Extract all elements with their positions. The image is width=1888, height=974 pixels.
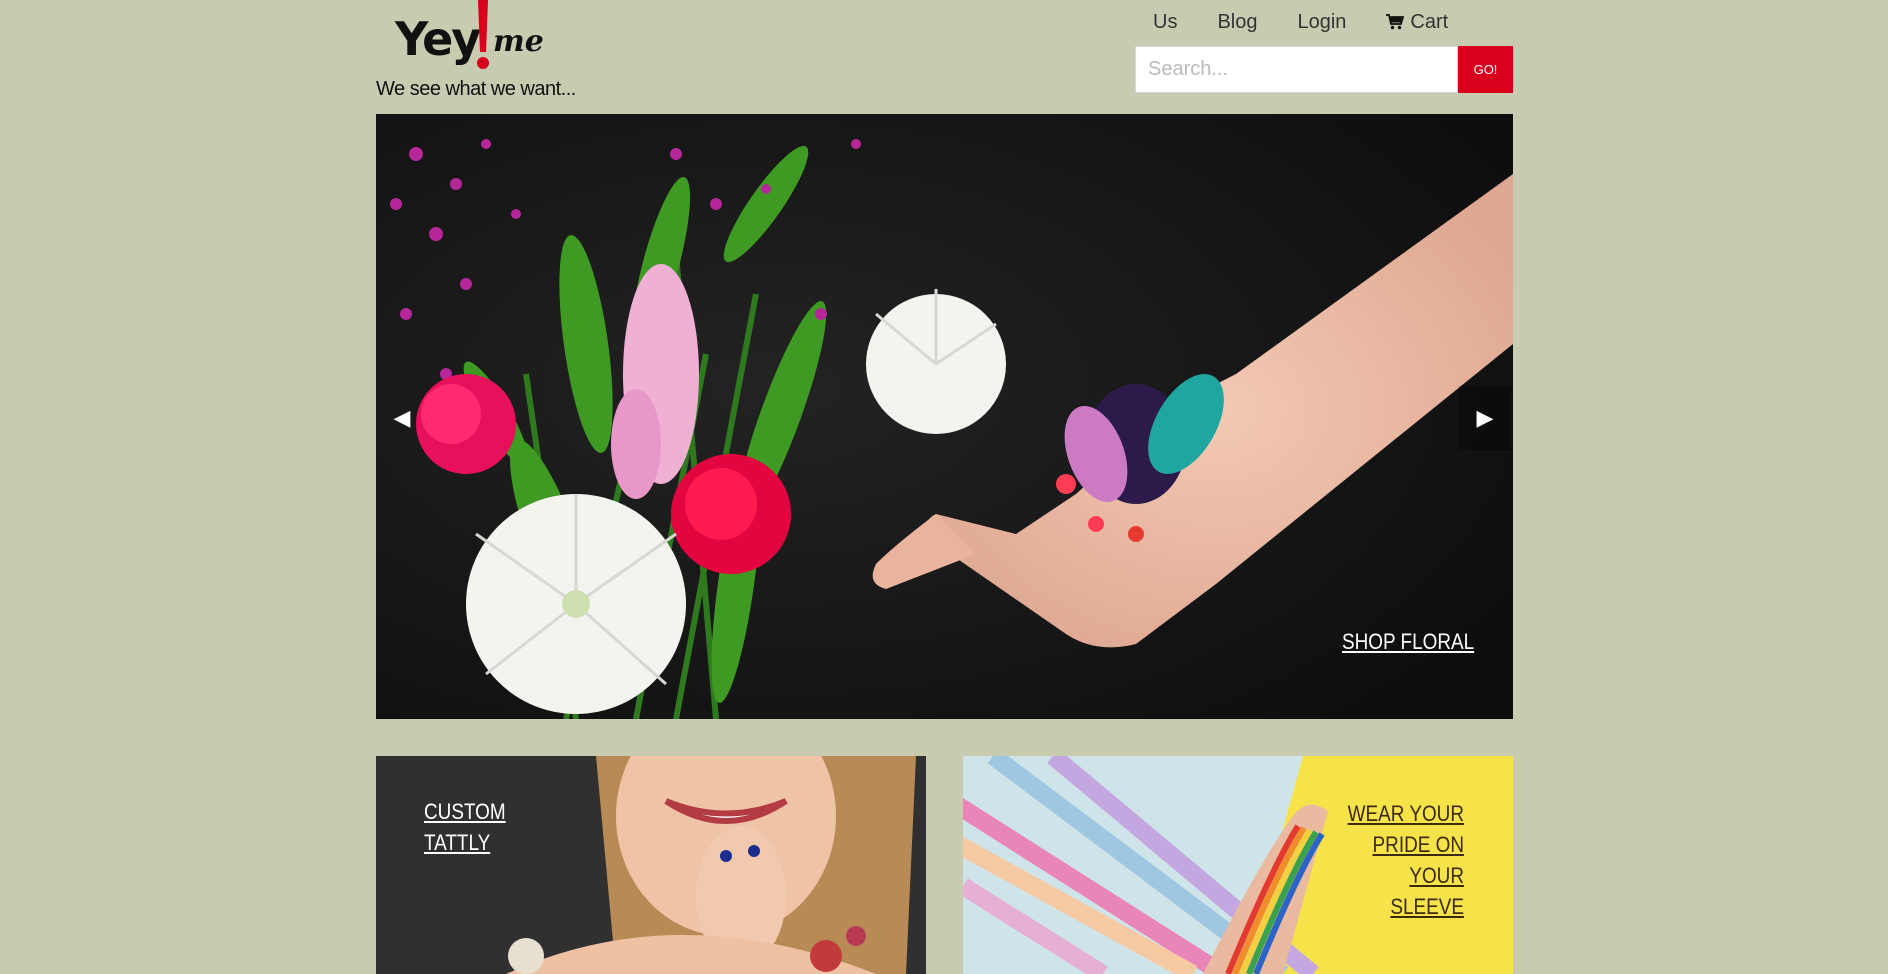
nav-link-us[interactable]: Us [1153, 11, 1177, 34]
search-form: GO! [1135, 46, 1513, 93]
hero-prev-button[interactable]: ◀ [376, 386, 428, 450]
nav-link-login[interactable]: Login [1297, 11, 1346, 34]
search-input[interactable] [1135, 46, 1458, 93]
custom-tattly-line-2: TATTLY [424, 830, 491, 855]
cart-label: Cart [1410, 10, 1449, 33]
logo-text: Yey [395, 12, 481, 66]
exclamation-logo-mark [477, 0, 489, 69]
custom-tattly-link[interactable]: CUSTOM TATTLY [424, 796, 506, 858]
custom-tattly-line-1: CUSTOM [424, 799, 506, 824]
tile-image-smiling-woman [376, 756, 926, 974]
logo-suffix: me [493, 24, 544, 59]
pride-line-1: WEAR YOUR [1347, 801, 1464, 826]
pride-sleeve-link[interactable]: WEAR YOUR PRIDE ON YOUR SLEEVE [1340, 798, 1464, 922]
nav-link-cart[interactable]: Cart [1386, 11, 1448, 34]
tagline: We see what we want... [376, 78, 576, 100]
top-nav: Us Blog Login Cart [1135, 8, 1468, 36]
pride-line-3: YOUR SLEEVE [1390, 863, 1464, 919]
search-go-button[interactable]: GO! [1458, 46, 1513, 93]
shop-floral-link[interactable]: SHOP FLORAL [1342, 629, 1474, 655]
hero-next-button[interactable]: ▶ [1459, 386, 1511, 450]
site-logo[interactable]: Yey me [395, 0, 544, 72]
tile-custom-tattly[interactable] [376, 756, 926, 974]
pride-line-2: PRIDE ON [1372, 832, 1464, 857]
cart-icon [1386, 14, 1405, 30]
nav-link-blog[interactable]: Blog [1217, 11, 1257, 34]
